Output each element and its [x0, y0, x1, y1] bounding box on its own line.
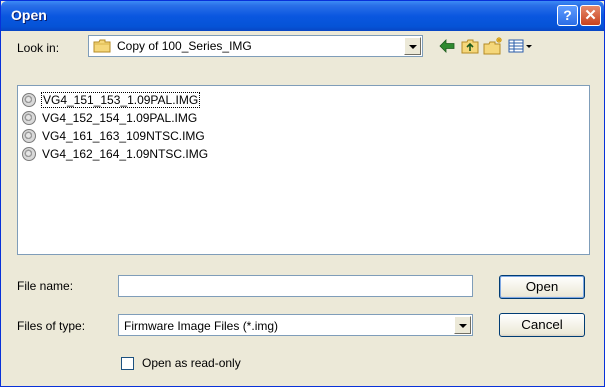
back-arrow-icon[interactable] [436, 35, 458, 57]
look-in-label: Look in: [17, 41, 60, 55]
chevron-down-icon[interactable] [454, 316, 471, 334]
list-item[interactable]: VG4_161_163_109NTSC.IMG [22, 127, 205, 144]
files-of-type-value: Firmware Image Files (*.img) [124, 319, 279, 333]
window-title: Open [11, 7, 47, 23]
disc-image-icon [22, 92, 36, 107]
close-icon[interactable]: ✕ [580, 5, 601, 26]
read-only-label[interactable]: Open as read-only [142, 356, 241, 370]
up-one-level-icon[interactable] [459, 35, 481, 57]
cancel-button[interactable]: Cancel [499, 313, 585, 337]
read-only-checkbox[interactable] [121, 357, 134, 370]
file-name-field[interactable] [118, 275, 473, 297]
list-item[interactable]: VG4_152_154_1.09PAL.IMG [22, 109, 197, 126]
files-of-type-label: Files of type: [17, 319, 86, 333]
file-name-text: VG4_151_153_1.09PAL.IMG [40, 91, 201, 108]
files-of-type-dropdown[interactable]: Firmware Image Files (*.img) [118, 314, 473, 336]
folder-icon [93, 39, 111, 53]
chevron-down-icon[interactable] [404, 37, 421, 55]
list-item[interactable]: VG4_162_164_1.09NTSC.IMG [22, 145, 208, 162]
file-name-label: File name: [17, 279, 74, 293]
open-dialog: Open ? ✕ Look in: Copy of 100_Series_IMG… [0, 0, 605, 387]
open-button[interactable]: Open [499, 275, 585, 299]
disc-image-icon [22, 128, 36, 143]
view-menu-icon[interactable] [506, 35, 534, 57]
help-icon[interactable]: ? [557, 5, 578, 26]
disc-image-icon [22, 110, 36, 125]
file-name-text: VG4_152_154_1.09PAL.IMG [42, 110, 198, 125]
file-name-text: VG4_161_163_109NTSC.IMG [42, 128, 205, 143]
create-new-folder-icon[interactable] [482, 35, 504, 57]
file-name-text: VG4_162_164_1.09NTSC.IMG [42, 146, 209, 161]
look-in-value: Copy of 100_Series_IMG [117, 39, 252, 53]
look-in-dropdown[interactable]: Copy of 100_Series_IMG [88, 35, 423, 57]
list-item[interactable]: VG4_151_153_1.09PAL.IMG [22, 91, 201, 108]
disc-image-icon [22, 146, 36, 161]
title-bar[interactable]: Open ? ✕ [1, 1, 604, 31]
file-list[interactable]: VG4_151_153_1.09PAL.IMG VG4_152_154_1.09… [17, 85, 590, 255]
